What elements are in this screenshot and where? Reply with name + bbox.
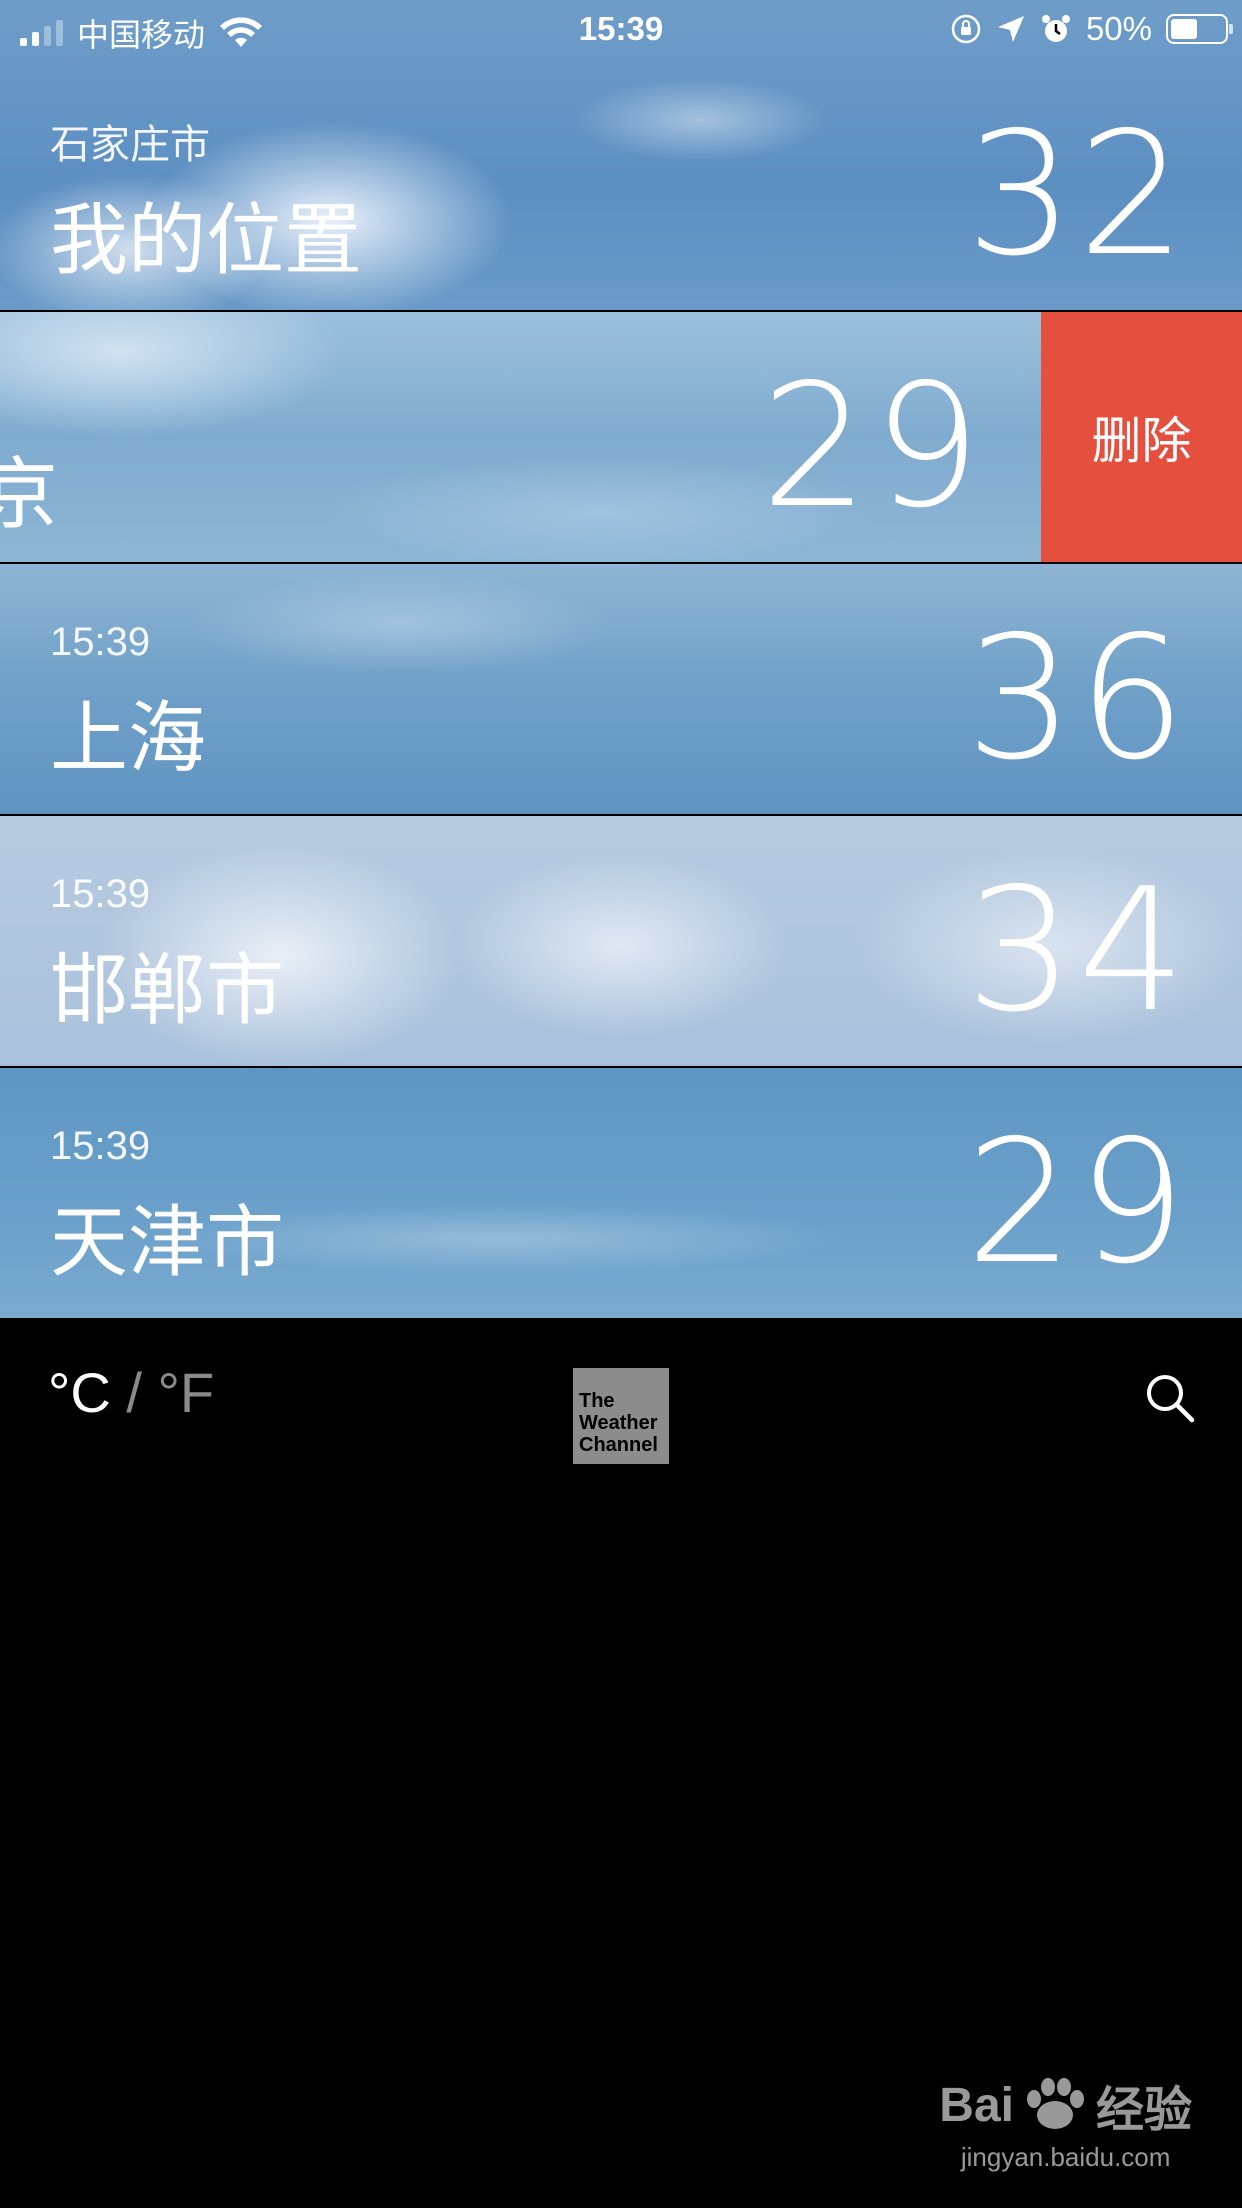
status-right: 50% [950,10,1233,48]
city-time: 15:39 [50,620,151,664]
search-icon[interactable] [1142,1370,1198,1426]
city-time: 15:39 [50,1124,151,1168]
location-arrow-icon [997,16,1024,42]
city-temperature: 32 [965,96,1190,294]
delete-button[interactable]: 删除 [1041,312,1242,562]
city-subtitle: 石家庄市 [50,123,210,167]
city-temperature: 34 [965,852,1190,1050]
city-temperature: 29 [760,348,985,546]
logo-line: Weather [579,1412,658,1434]
carrier-label: 中国移动 [77,17,206,53]
battery-icon [1166,14,1233,44]
baidu-logo: Bai 经验 [939,2070,1192,2140]
weather-channel-logo[interactable]: The Weather Channel [573,1368,669,1464]
city-name: 天津市 [50,1198,285,1288]
fahrenheit-label[interactable]: °F [158,1361,215,1424]
watermark-brand: Bai [939,2078,1014,2132]
watermark-suffix: 经验 [1095,2084,1192,2137]
alarm-icon [1041,15,1070,42]
status-left: 中国移动 [20,10,263,56]
baidu-watermark: Bai 经验 jingyan.baidu.com [939,2070,1192,2173]
watermark-url: jingyan.baidu.com [960,2142,1171,2172]
status-bar: 中国移动 15:39 50% [0,0,1242,62]
city-temperature: 29 [965,1104,1190,1302]
city-row-swiped[interactable]: 京 29 删除 [0,312,1242,562]
city-time: 15:39 [50,872,151,916]
city-row[interactable]: 15:39 邯郸市 34 [0,816,1242,1066]
signal-icon [20,20,63,46]
unit-separator: / [126,1361,142,1424]
wifi-icon [220,17,263,47]
logo-line: The [579,1390,615,1412]
city-row[interactable]: 15:39 上海 36 [0,564,1242,814]
unit-toggle[interactable]: °C / °F [48,1360,214,1425]
bottom-toolbar: °C / °F The Weather Channel [0,1320,1242,1500]
city-name: 京 [0,450,59,540]
logo-line: Channel [579,1434,658,1456]
orientation-lock-icon [951,14,981,44]
celsius-label[interactable]: °C [48,1361,111,1424]
battery-percent: 50% [1085,10,1152,47]
city-name: 上海 [50,694,207,784]
city-temperature: 36 [965,600,1190,798]
city-row[interactable]: 15:39 天津市 29 [0,1068,1242,1318]
city-name: 我的位置 [50,196,363,286]
city-name: 邯郸市 [50,946,285,1036]
paw-icon [1026,2078,1084,2129]
